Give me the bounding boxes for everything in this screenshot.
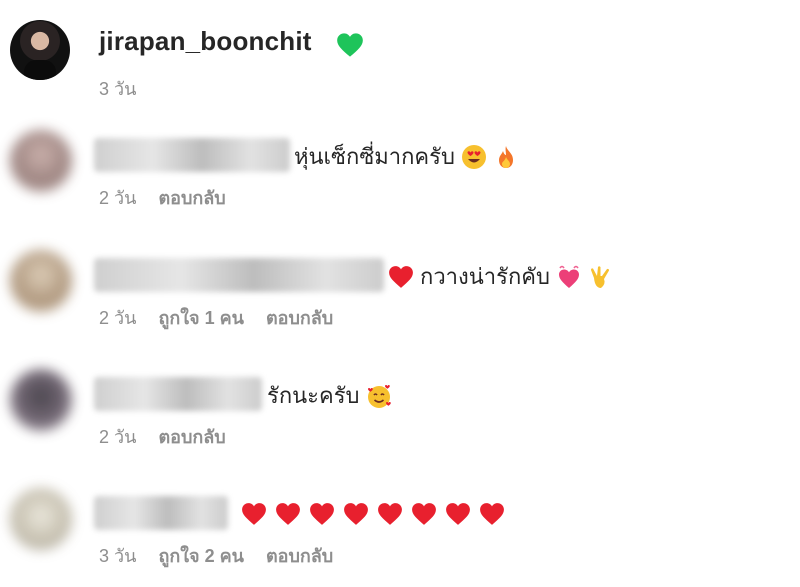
comment-item: 3 วัน ถูกใจ 2 คน ตอบกลับ: [10, 488, 790, 587]
red-heart-icon: [242, 503, 266, 525]
comment-meta: 2 วัน ตอบกลับ: [99, 422, 226, 451]
red-heart-icon: [389, 265, 413, 288]
post-username[interactable]: jirapan_boonchit: [99, 26, 312, 57]
comment-timestamp: 3 วัน: [99, 546, 137, 566]
smiling-face-with-hearts-icon: [367, 384, 391, 408]
red-heart-icon: [412, 503, 436, 525]
red-heart-icon: [446, 503, 470, 525]
likes-count[interactable]: ถูกใจ 2 คน: [158, 541, 244, 570]
blurred-username[interactable]: [94, 258, 384, 292]
comment-item: หุ่นเซ็กซี่มากครับ 2 วัน ตอบกลับ: [10, 130, 790, 230]
blurred-username[interactable]: [94, 496, 228, 530]
comment-text: รักนะครับ: [267, 383, 360, 408]
comment-text: กวางน่ารักคับ: [420, 264, 550, 289]
avatar[interactable]: [10, 130, 72, 192]
comment-meta: 3 วัน ถูกใจ 2 คน ตอบกลับ: [99, 541, 333, 570]
avatar[interactable]: [10, 20, 70, 80]
comment-text-row: รักนะครับ: [267, 378, 392, 413]
avatar[interactable]: [10, 488, 72, 550]
blurred-username[interactable]: [94, 138, 290, 172]
red-heart-icon: [378, 503, 402, 525]
red-heart-icon: [310, 503, 334, 525]
blurred-username[interactable]: [94, 377, 262, 411]
comment-timestamp: 2 วัน: [99, 427, 137, 447]
smiling-face-heart-eyes-icon: [461, 144, 486, 169]
green-heart-icon: [337, 33, 363, 57]
beating-heart-icon: [558, 265, 579, 288]
comment-meta: 2 วัน ถูกใจ 1 คน ตอบกลับ: [99, 303, 333, 332]
comment-item: รักนะครับ 2 วัน ตอบกลับ: [10, 369, 790, 469]
comment-timestamp: 2 วัน: [99, 308, 137, 328]
red-heart-icon: [276, 503, 300, 525]
love-you-gesture-icon: [590, 265, 609, 288]
comment-text-row: กวางน่ารักคับ: [388, 259, 614, 294]
fire-icon: [498, 145, 513, 168]
comment-text-row: หุ่นเซ็กซี่มากครับ: [294, 139, 519, 174]
comment-item: กวางน่ารักคับ 2 วัน ถูกใจ 1 คน ตอบกลับ: [10, 250, 790, 350]
heart-emoji-row: [241, 502, 505, 526]
likes-count[interactable]: ถูกใจ 1 คน: [158, 303, 244, 332]
reply-button[interactable]: ตอบกลับ: [158, 183, 225, 212]
post-timestamp: 3 วัน: [99, 79, 137, 99]
avatar[interactable]: [10, 250, 72, 312]
comment-text: หุ่นเซ็กซี่มากครับ: [294, 144, 455, 169]
comment-meta: 2 วัน ตอบกลับ: [99, 183, 226, 212]
avatar[interactable]: [10, 369, 72, 431]
reply-button[interactable]: ตอบกลับ: [266, 303, 333, 332]
post-header: jirapan_boonchit 3 วัน: [10, 18, 790, 99]
red-heart-icon: [344, 503, 368, 525]
reply-button[interactable]: ตอบกลับ: [158, 422, 225, 451]
reply-button[interactable]: ตอบกลับ: [266, 541, 333, 570]
comment-timestamp: 2 วัน: [99, 188, 137, 208]
red-heart-icon: [480, 503, 504, 525]
